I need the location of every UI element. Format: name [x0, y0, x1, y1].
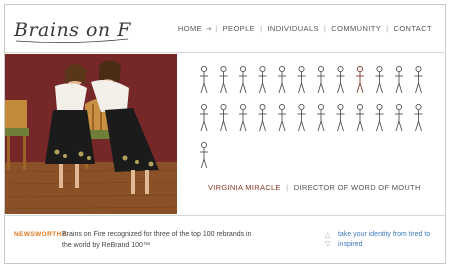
nav-contact[interactable]: CONTACT — [390, 24, 437, 33]
person-figure-icon[interactable] — [258, 103, 267, 132]
person-figure-icon[interactable] — [297, 65, 306, 94]
person-figure-icon[interactable] — [395, 103, 403, 132]
person-figure-icon[interactable] — [356, 103, 364, 132]
person-figure-icon[interactable] — [336, 65, 345, 94]
person-figure-icon[interactable] — [278, 65, 286, 94]
main-nav: HOME ➔ | PEOPLE | INDIVIDUALS | COMMUNIT… — [174, 24, 436, 33]
header-divider — [4, 52, 446, 53]
news-text: Brains on Fire recognized for three of t… — [62, 231, 252, 249]
person-figure-icon[interactable] — [336, 103, 345, 132]
people-grid — [196, 60, 436, 170]
person-name: VIRGINIA MIRACLE — [208, 183, 281, 192]
team-photo — [5, 54, 177, 214]
person-figure-icon[interactable] — [219, 103, 228, 132]
person-figure-icon[interactable] — [414, 103, 423, 132]
logo-script: Brains on Fire — [13, 19, 158, 43]
person-figure-icon[interactable] — [317, 65, 325, 94]
arrow-up-icon[interactable]: △ — [325, 231, 333, 240]
nav-community[interactable]: COMMUNITY — [327, 24, 385, 33]
brand-logo[interactable]: Brains on Fire — [12, 10, 158, 48]
person-figure-icon[interactable] — [317, 103, 325, 132]
tagline-nav: △ ▽ — [325, 231, 333, 249]
nav-people[interactable]: PEOPLE — [219, 24, 259, 33]
nav-home[interactable]: HOME — [174, 24, 206, 33]
person-figure-icon[interactable] — [200, 141, 208, 170]
tagline-link[interactable]: take your identity from tired to inspire… — [338, 230, 438, 250]
person-figure-icon[interactable] — [395, 65, 403, 94]
news-label: NEWSWORTHY: — [14, 231, 69, 238]
person-figure-icon[interactable] — [297, 103, 306, 132]
person-figure-icon[interactable] — [414, 65, 423, 94]
people-figures — [200, 65, 423, 170]
person-title: DIRECTOR OF WORD OF MOUTH — [293, 183, 421, 192]
person-figure-icon[interactable] — [375, 103, 384, 132]
person-figure-icon[interactable] — [219, 65, 228, 94]
caption-separator: | — [286, 183, 289, 192]
svg-text:Brains on Fire: Brains on Fire — [13, 19, 132, 41]
person-caption: VIRGINIA MIRACLE | DIRECTOR OF WORD OF M… — [208, 183, 421, 192]
person-figure-icon[interactable] — [278, 103, 286, 132]
nav-arrow-icon: ➔ — [206, 25, 213, 33]
person-figure-icon[interactable] — [356, 65, 364, 94]
person-figure-icon[interactable] — [258, 65, 267, 94]
team-photo-illustration — [5, 54, 177, 214]
person-figure-icon[interactable] — [375, 65, 384, 94]
person-figure-icon[interactable] — [200, 65, 208, 94]
arrow-down-icon[interactable]: ▽ — [325, 240, 333, 249]
footer-divider — [4, 215, 446, 216]
person-figure-icon[interactable] — [239, 103, 247, 132]
person-figure-icon[interactable] — [239, 65, 247, 94]
person-figure-icon[interactable] — [200, 103, 208, 132]
nav-individuals[interactable]: INDIVIDUALS — [263, 24, 323, 33]
